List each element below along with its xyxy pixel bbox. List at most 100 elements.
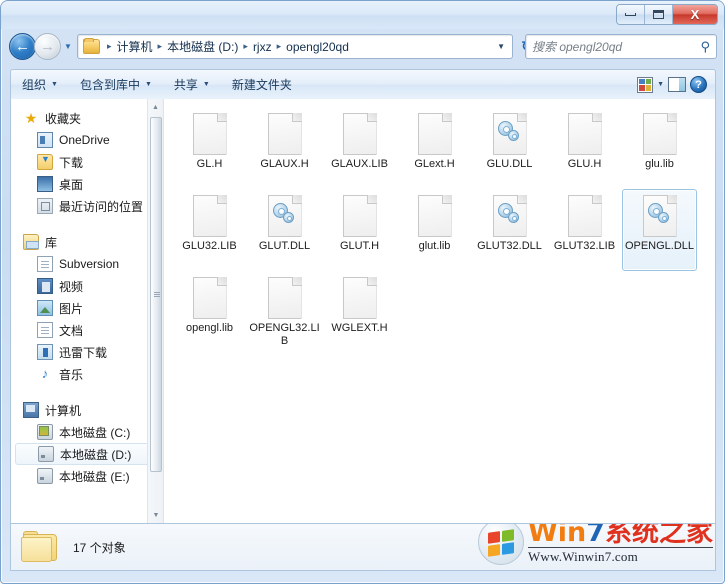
sidebar-group-0[interactable]: ★ 收藏夹: [11, 107, 163, 129]
history-dropdown-icon[interactable]: ▼: [64, 42, 72, 51]
file-item[interactable]: GLU32.LIB: [172, 189, 247, 271]
sidebar-item-label: 图片: [59, 301, 84, 316]
file-item[interactable]: GLU.DLL: [472, 107, 547, 189]
sidebar-item--[interactable]: 视频: [11, 275, 163, 297]
sidebar-item--[interactable]: 文档: [11, 319, 163, 341]
generic-file-icon: [567, 113, 602, 155]
file-item[interactable]: GLUT.DLL: [247, 189, 322, 271]
sidebar-item--[interactable]: 图片: [11, 297, 163, 319]
generic-file-icon: [192, 277, 227, 319]
file-item[interactable]: glu.lib: [622, 107, 697, 189]
sidebar-group-1[interactable]: 库: [11, 231, 163, 253]
sidebar-item-label: Subversion: [59, 257, 120, 271]
sidebar-group-label: 库: [45, 235, 58, 250]
file-item[interactable]: GLUT32.LIB: [547, 189, 622, 271]
search-input[interactable]: 搜索 opengl20qd: [532, 38, 700, 55]
toolbar-share-button[interactable]: 共享 ▼: [163, 73, 221, 97]
thunder-download-icon: [37, 344, 53, 360]
toolbar-include-in-library-button[interactable]: 包含到库中 ▼: [69, 73, 163, 97]
sidebar-item--[interactable]: 桌面: [11, 173, 163, 195]
window-controls: X: [616, 4, 718, 25]
search-icon: ⚲: [700, 38, 710, 54]
sidebar-item--d-[interactable]: 本地磁盘 (D:): [15, 443, 159, 465]
generic-file-icon: [342, 113, 377, 155]
file-name-label: glu.lib: [645, 158, 674, 170]
file-item[interactable]: GLAUX.LIB: [322, 107, 397, 189]
generic-file-icon: [267, 113, 302, 155]
breadcrumb-item-opengl20qd[interactable]: opengl20qd: [285, 40, 350, 54]
file-name-label: GLUT.DLL: [258, 240, 311, 252]
document-icon: [37, 322, 53, 338]
sidebar-item--c-[interactable]: 本地磁盘 (C:): [11, 421, 163, 443]
file-item[interactable]: opengl.lib: [172, 271, 247, 353]
preview-pane-icon[interactable]: [668, 77, 686, 92]
file-item[interactable]: GLAUX.H: [247, 107, 322, 189]
file-grid: GL.H GLAUX.H GLAUX.LIB GLext.H GLU.DLL GLU.H g…: [172, 107, 711, 353]
views-chevron-down-icon[interactable]: ▼: [657, 81, 664, 88]
scroll-up-icon[interactable]: ▲: [148, 99, 163, 115]
file-item[interactable]: GLUT32.DLL: [472, 189, 547, 271]
breadcrumb-item-drive-d[interactable]: 本地磁盘 (D:): [166, 38, 239, 55]
picture-icon: [37, 300, 53, 316]
sidebar-item-label: 音乐: [59, 367, 84, 382]
sidebar-item-label: 迅雷下载: [59, 345, 108, 360]
back-button[interactable]: ←: [9, 33, 36, 60]
file-item[interactable]: OPENGL32.LIB: [247, 271, 322, 353]
breadcrumb-item-rjxz[interactable]: rjxz: [252, 40, 273, 54]
scroll-down-icon[interactable]: ▼: [148, 507, 163, 523]
watermark-text: Win7系统之家 Www.Winwin7.com: [527, 524, 713, 565]
file-item[interactable]: GLUT.H: [322, 189, 397, 271]
folder-icon: [21, 531, 59, 563]
status-bar: 17 个对象 Win7系统之家 Www.Winwin7.com: [10, 524, 716, 571]
sidebar-item-onedrive[interactable]: OneDrive: [11, 129, 163, 151]
address-bar[interactable]: ▸ 计算机 ▸ 本地磁盘 (D:) ▸ rjxz ▸ opengl20qd ▼: [77, 34, 513, 59]
back-arrow-icon: ←: [15, 38, 30, 55]
generic-file-icon: [192, 195, 227, 237]
sidebar-item--[interactable]: 下载: [11, 151, 163, 173]
sidebar-scrollbar[interactable]: ▲ ▼: [147, 99, 163, 523]
help-icon[interactable]: ?: [690, 76, 707, 93]
minimize-button[interactable]: [617, 5, 645, 24]
file-item[interactable]: OPENGL.DLL: [622, 189, 697, 271]
forward-button[interactable]: →: [34, 33, 61, 60]
search-box[interactable]: 搜索 opengl20qd ⚲: [525, 34, 717, 59]
sidebar-item--[interactable]: ♪ 音乐: [11, 363, 163, 385]
file-item[interactable]: GL.H: [172, 107, 247, 189]
sidebar-group-2[interactable]: 计算机: [11, 399, 163, 421]
scrollbar-thumb[interactable]: [150, 117, 162, 472]
sidebar-item-label: 视频: [59, 279, 84, 294]
toolbar-organize-button[interactable]: 组织 ▼: [11, 73, 69, 97]
close-button[interactable]: X: [673, 5, 717, 24]
file-item[interactable]: WGLEXT.H: [322, 271, 397, 353]
views-icon[interactable]: [637, 76, 654, 93]
library-icon: [23, 234, 39, 250]
maximize-button[interactable]: [645, 5, 673, 24]
forward-arrow-icon: →: [40, 38, 55, 55]
sidebar-item-subversion[interactable]: Subversion: [11, 253, 163, 275]
toolbar-right-group: ▼ ?: [637, 76, 715, 93]
video-icon: [37, 278, 53, 294]
explorer-window: X ← → ▼ ▸ 计算机 ▸ 本地磁盘 (D:) ▸ rjxz ▸ openg…: [0, 0, 725, 584]
nav-group: ★ 收藏夹 OneDrive 下载桌面最近访问的位置: [11, 107, 163, 217]
generic-file-icon: [417, 195, 452, 237]
sidebar-item-label: 本地磁盘 (D:): [60, 447, 132, 462]
desktop-icon: [37, 176, 53, 192]
toolbar-organize-label: 组织: [22, 78, 47, 92]
watermark-word-cn: 系统之家: [605, 524, 713, 548]
chevron-down-icon[interactable]: ▼: [497, 42, 510, 51]
sidebar-item--[interactable]: 迅雷下载: [11, 341, 163, 363]
file-item[interactable]: GLext.H: [397, 107, 472, 189]
file-item[interactable]: glut.lib: [397, 189, 472, 271]
file-name-label: GLUT32.LIB: [553, 240, 616, 252]
breadcrumb-separator: ▸: [243, 41, 248, 51]
file-name-label: GLAUX.H: [260, 158, 309, 170]
sidebar-group-label: 计算机: [45, 403, 82, 418]
file-item[interactable]: GLU.H: [547, 107, 622, 189]
file-list-pane[interactable]: GL.H GLAUX.H GLAUX.LIB GLext.H GLU.DLL GLU.H g…: [164, 99, 715, 523]
toolbar-new-folder-button[interactable]: 新建文件夹: [221, 73, 303, 97]
sidebar-item--e-[interactable]: 本地磁盘 (E:): [11, 465, 163, 487]
navigation-groups: ★ 收藏夹 OneDrive 下载桌面最近访问的位置库Subversion 视频图片文档…: [11, 107, 163, 487]
sidebar-item--[interactable]: 最近访问的位置: [11, 195, 163, 217]
folder-icon: [83, 38, 100, 54]
breadcrumb-item-computer[interactable]: 计算机: [116, 38, 154, 55]
